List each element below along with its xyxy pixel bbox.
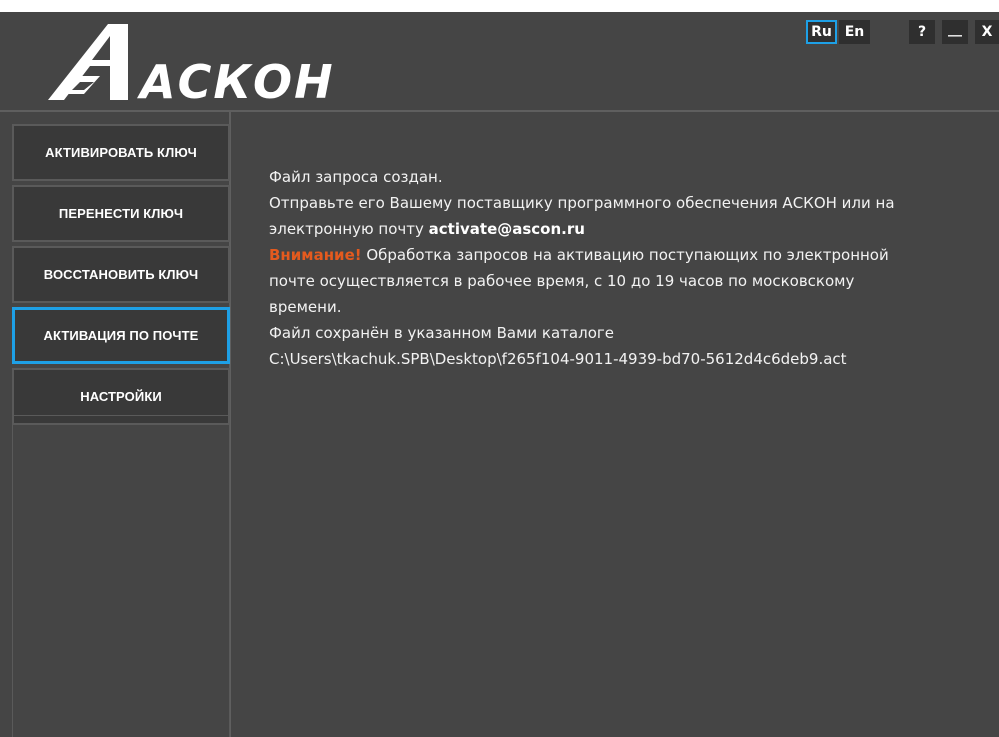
close-button[interactable]: X xyxy=(975,20,999,44)
language-en-button[interactable]: En xyxy=(839,20,870,44)
message-line-created: Файл запроса создан. xyxy=(269,168,443,186)
top-strip xyxy=(0,0,999,12)
warning-text-2: почте осуществляется в рабочее время, с … xyxy=(269,272,855,290)
sidebar-item-email-activation[interactable]: АКТИВАЦИЯ ПО ПОЧТЕ xyxy=(12,307,230,364)
message-line-warning: Внимание! Обработка запросов на активаци… xyxy=(269,242,979,268)
minimize-button[interactable]: __ xyxy=(942,20,968,44)
sidebar: АКТИВИРОВАТЬ КЛЮЧ ПЕРЕНЕСТИ КЛЮЧ ВОССТАН… xyxy=(0,112,231,737)
help-button[interactable]: ? xyxy=(909,20,935,44)
warning-text-1: Обработка запросов на активацию поступаю… xyxy=(361,246,889,264)
message-line-saved: Файл сохранён в указанном Вами каталоге xyxy=(269,324,614,342)
ascon-activation-window: АСКОН Ru En ? __ X АКТИВИРОВАТЬ КЛЮЧ ПЕР… xyxy=(0,12,999,737)
email-address: activate@ascon.ru xyxy=(428,220,585,238)
saved-file-path: C:\Users\tkachuk.SPB\Desktop\f265f104-90… xyxy=(269,350,847,368)
message-line-email: электронную почту activate@ascon.ru xyxy=(269,216,979,242)
message-line-send: Отправьте его Вашему поставщику программ… xyxy=(269,194,895,212)
language-ru-button[interactable]: Ru xyxy=(806,20,837,44)
warning-label: Внимание! xyxy=(269,246,362,264)
logo-wordmark: АСКОН xyxy=(137,55,334,102)
sidebar-item-activate-key[interactable]: АКТИВИРОВАТЬ КЛЮЧ xyxy=(12,124,230,181)
sidebar-empty-area xyxy=(12,415,230,737)
header: АСКОН Ru En ? __ X xyxy=(0,12,999,112)
sidebar-item-restore-key[interactable]: ВОССТАНОВИТЬ КЛЮЧ xyxy=(12,246,230,303)
message-panel: Файл запроса создан. Отправьте его Вашем… xyxy=(269,164,979,372)
sidebar-item-transfer-key[interactable]: ПЕРЕНЕСТИ КЛЮЧ xyxy=(12,185,230,242)
warning-text-3: времени. xyxy=(269,298,342,316)
email-prefix: электронную почту xyxy=(269,220,429,238)
ascon-logo: АСКОН xyxy=(48,24,334,102)
